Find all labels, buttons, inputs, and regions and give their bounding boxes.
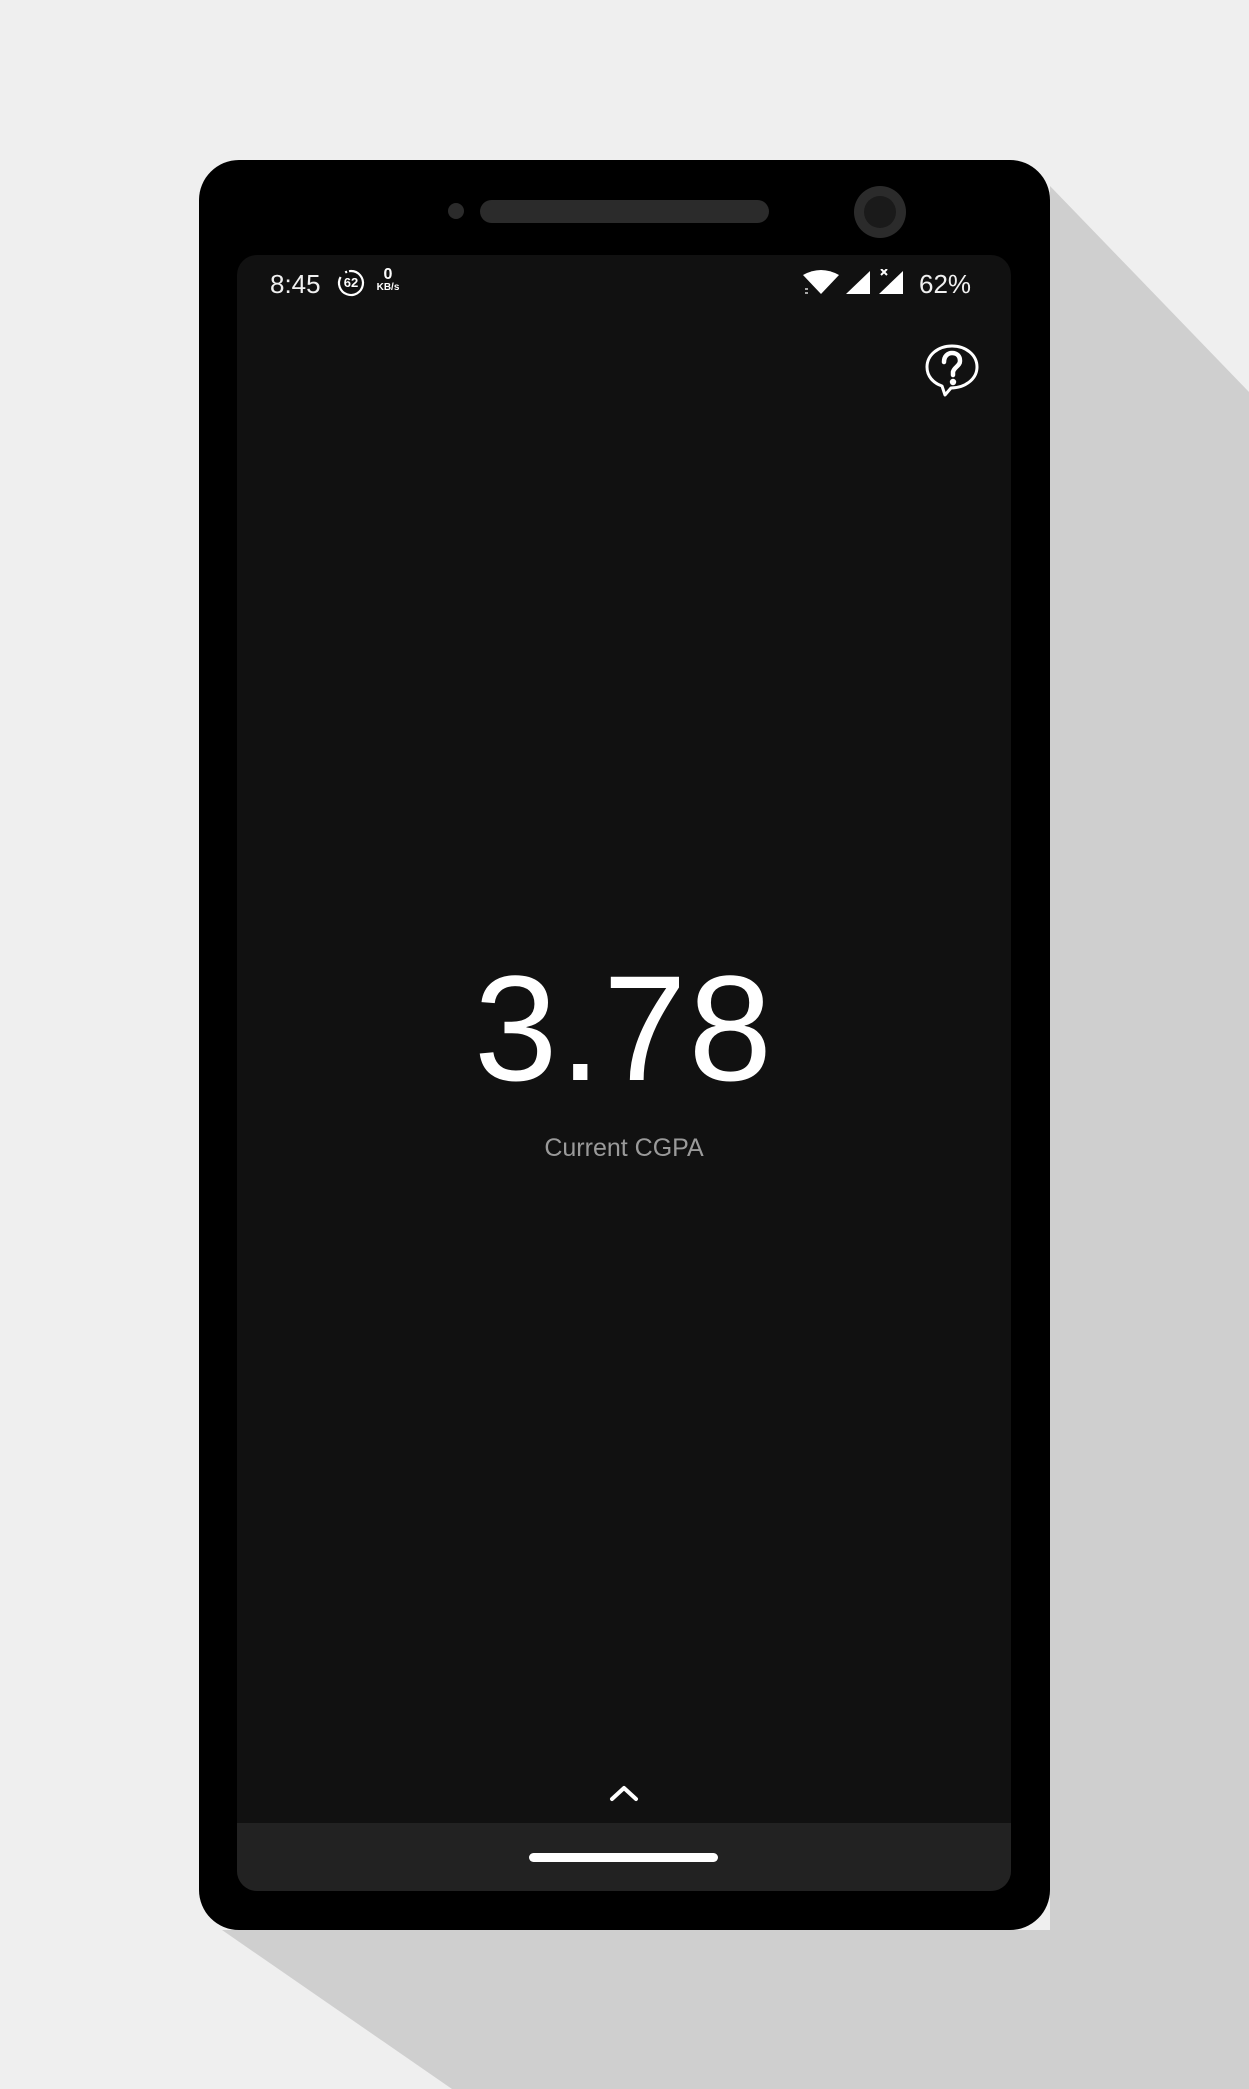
cell-signal-no-data-icon — [879, 269, 903, 294]
network-speed-value: 0 — [383, 266, 393, 283]
network-speed-unit: KB/s — [376, 282, 400, 293]
cell-signal-icon — [846, 271, 870, 294]
app-screen: 8:45 62 0 KB/s 62% 3.78 Current CGPA — [237, 255, 1011, 1891]
proximity-sensor — [448, 203, 464, 219]
home-handle[interactable] — [529, 1853, 718, 1862]
chevron-up-icon[interactable] — [604, 1777, 644, 1807]
wifi-icon — [803, 270, 839, 294]
network-speed: 0 KB/s — [373, 267, 403, 293]
status-time: 8:45 — [270, 269, 321, 299]
help-bubble-icon[interactable] — [923, 342, 981, 400]
front-camera — [854, 186, 906, 238]
navigation-bar — [237, 1823, 1011, 1891]
cgpa-value: 3.78 — [474, 944, 774, 1112]
battery-percentage: 62% — [919, 269, 972, 299]
earpiece-speaker — [480, 200, 769, 223]
status-icons — [803, 269, 903, 294]
data-saver-value: 62 — [343, 275, 359, 290]
cgpa-label: Current CGPA — [544, 1134, 704, 1162]
status-bar: 8:45 62 0 KB/s 62% — [237, 255, 1011, 311]
phone-frame: 8:45 62 0 KB/s 62% 3.78 Current CGPA — [199, 160, 1050, 1930]
